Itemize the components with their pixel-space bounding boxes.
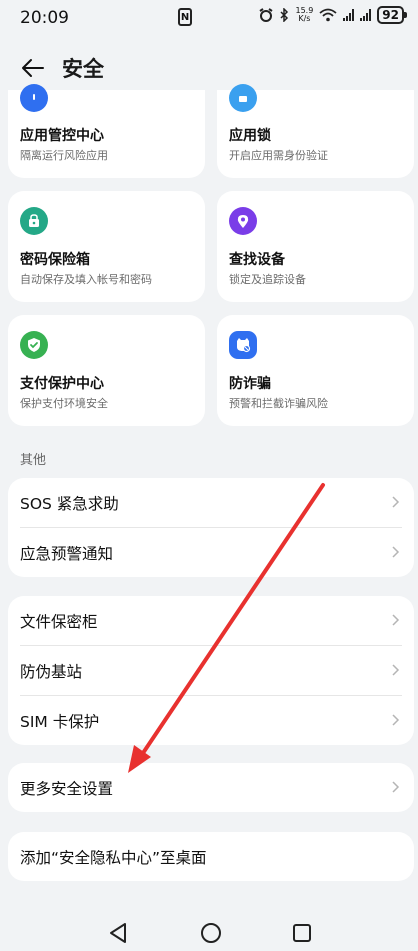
list-item-label: 防伪基站 [20, 662, 83, 681]
grid-card-title: 防诈骗 [229, 376, 271, 392]
grid-card-title: 查找设备 [229, 252, 285, 268]
list-item-sos[interactable]: SOS 紧急求助 [8, 478, 414, 527]
grid-card-subtitle: 自动保存及填入帐号和密码 [20, 273, 152, 286]
grid-card-subtitle: 锁定及追踪设备 [229, 273, 306, 286]
navigation-bar [0, 908, 418, 951]
grid-card-title: 密码保险箱 [20, 252, 90, 268]
list-group-emergency: SOS 紧急求助 应急预警通知 [8, 478, 414, 577]
nfc-icon: N [178, 8, 192, 26]
list-item-label: SIM 卡保护 [20, 712, 100, 731]
header: 安全 [0, 46, 418, 90]
grid-card-title: 应用管控中心 [20, 128, 104, 144]
list-item-file-safe[interactable]: 文件保密柜 [8, 596, 414, 645]
location-pin-icon [229, 207, 257, 235]
chevron-right-icon [392, 614, 400, 626]
grid-card-app-lock[interactable]: 应用锁 开启应用需身份验证 [217, 84, 414, 178]
check-shield-icon [20, 331, 48, 359]
page-title: 安全 [62, 57, 104, 81]
grid-card-find-device[interactable]: 查找设备 锁定及追踪设备 [217, 191, 414, 302]
status-icons: 15.9 K/s 92 [259, 6, 407, 24]
grid-card-title: 应用锁 [229, 128, 271, 144]
grid-card-subtitle: 保护支付环境安全 [20, 397, 108, 410]
chevron-right-icon [392, 546, 400, 558]
list-item-label: 应急预警通知 [20, 544, 114, 563]
list-item-sim-protection[interactable]: SIM 卡保护 [8, 696, 414, 745]
list-item-label: 文件保密柜 [20, 612, 98, 631]
lock-icon [229, 84, 257, 112]
signal-icon-1 [343, 9, 355, 21]
safe-box-icon [20, 207, 48, 235]
chevron-right-icon [392, 714, 400, 726]
grid-card-title: 支付保护中心 [20, 376, 104, 392]
add-to-desktop-label: 添加“安全隐私中心”至桌面 [20, 848, 207, 867]
wifi-icon [319, 8, 337, 22]
back-button[interactable] [20, 55, 46, 81]
list-item-label: 更多安全设置 [20, 779, 114, 798]
network-speed: 15.9 K/s [295, 6, 314, 23]
section-label-others: 其他 [20, 453, 47, 468]
list-item-more-security-settings[interactable]: 更多安全设置 [8, 763, 414, 812]
signal-icon-2 [360, 9, 372, 21]
grid-card-subtitle: 预警和拦截诈骗风险 [229, 397, 328, 410]
anti-fraud-icon [229, 331, 257, 359]
chevron-right-icon [392, 496, 400, 508]
grid-card-subtitle: 开启应用需身份验证 [229, 149, 328, 162]
shield-icon [20, 84, 48, 112]
list-item-label: SOS 紧急求助 [20, 494, 119, 513]
battery-icon: 92 [377, 6, 407, 24]
bluetooth-icon [280, 8, 289, 22]
alarm-icon [259, 8, 274, 22]
list-item-emergency-alerts[interactable]: 应急预警通知 [8, 528, 414, 577]
list-item-fake-base-station[interactable]: 防伪基站 [8, 646, 414, 695]
list-group-protection: 文件保密柜 防伪基站 SIM 卡保护 [8, 596, 414, 745]
nav-back-icon[interactable] [108, 922, 128, 944]
list-group-more: 更多安全设置 [8, 763, 414, 812]
nav-recents-icon[interactable] [292, 923, 312, 943]
status-time: 20:09 [20, 8, 69, 28]
grid-card-app-control[interactable]: 应用管控中心 隔离运行风险应用 [8, 84, 205, 178]
grid-card-password-vault[interactable]: 密码保险箱 自动保存及填入帐号和密码 [8, 191, 205, 302]
list-group-add-desktop: 添加“安全隐私中心”至桌面 [8, 832, 414, 881]
add-to-desktop-button[interactable]: 添加“安全隐私中心”至桌面 [8, 832, 414, 881]
status-bar: 20:09 N 15.9 K/s 92 [0, 0, 418, 36]
chevron-right-icon [392, 664, 400, 676]
grid-card-anti-fraud[interactable]: 防诈骗 预警和拦截诈骗风险 [217, 315, 414, 426]
nav-home-icon[interactable] [200, 922, 222, 944]
grid-card-subtitle: 隔离运行风险应用 [20, 149, 108, 162]
grid-card-payment-protection[interactable]: 支付保护中心 保护支付环境安全 [8, 315, 205, 426]
back-arrow-icon [22, 59, 44, 77]
chevron-right-icon [392, 781, 400, 793]
